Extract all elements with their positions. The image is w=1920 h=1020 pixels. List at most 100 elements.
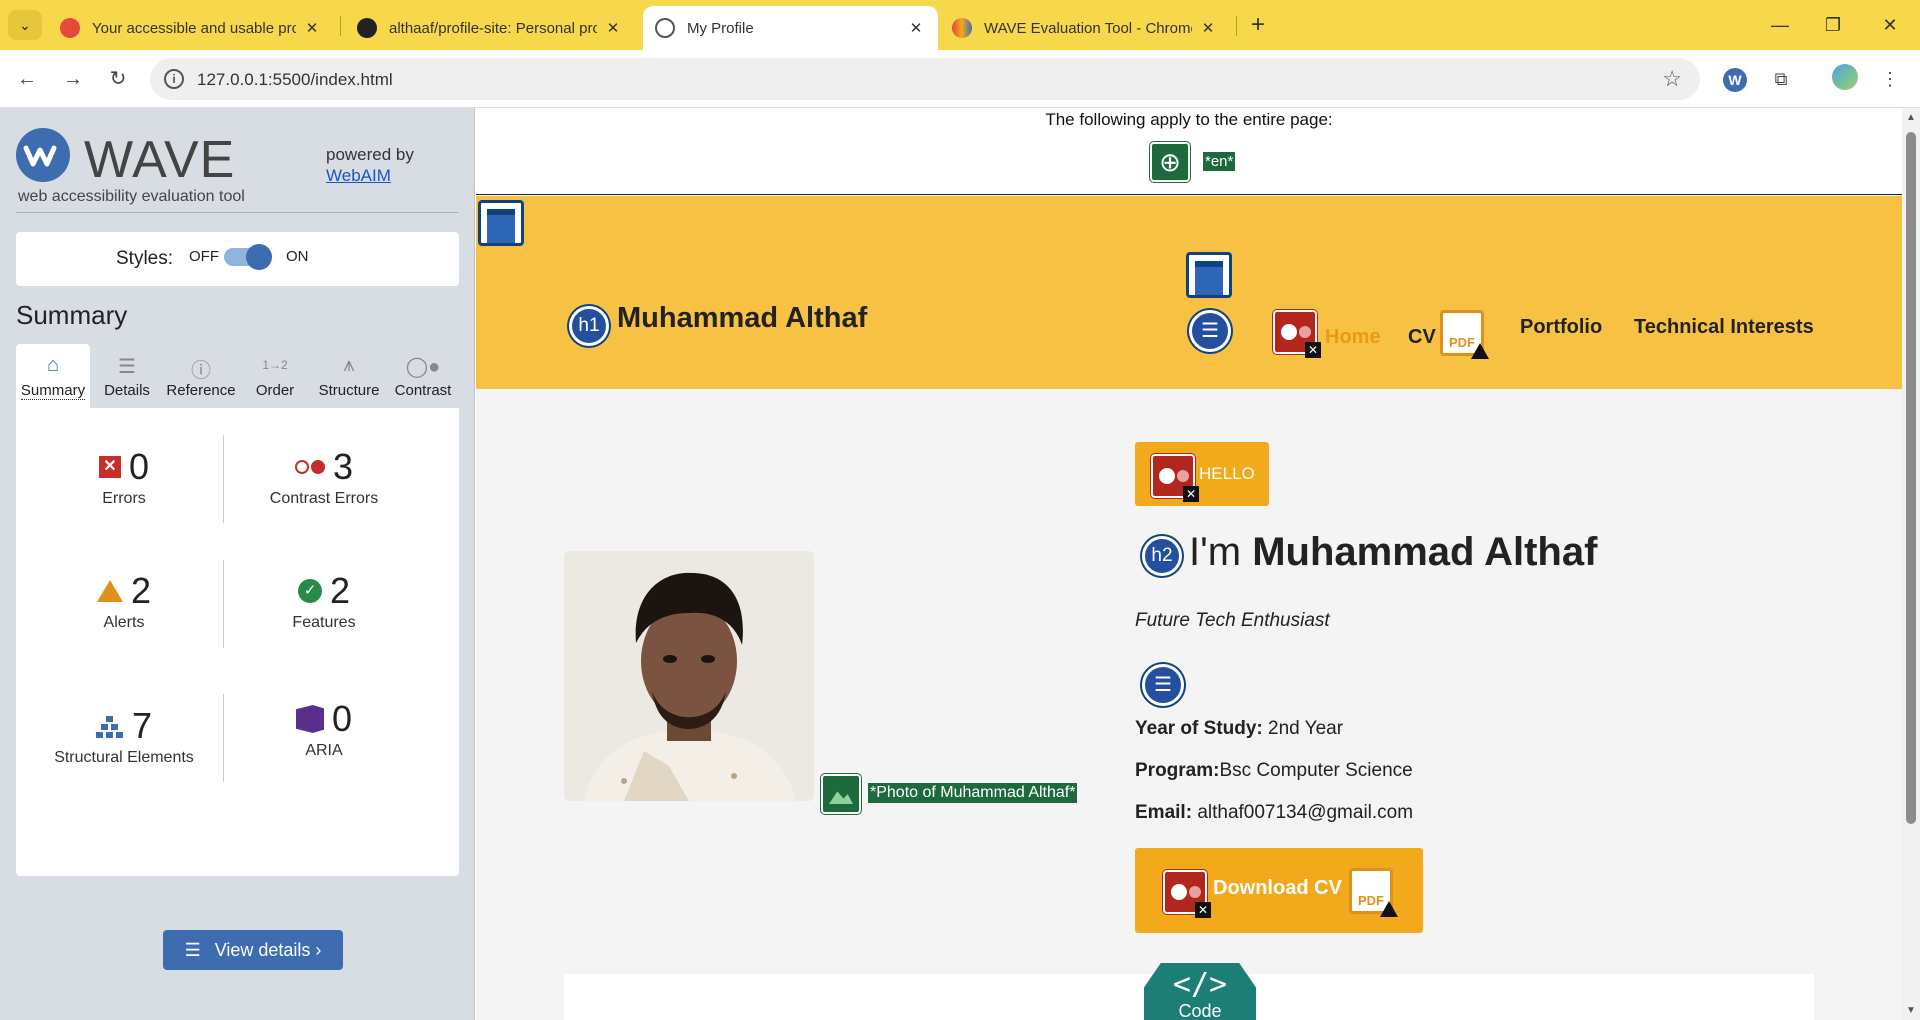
new-tab-button[interactable]: + [1243,10,1273,40]
structure-icon: ⩚ [343,354,355,376]
list-icon[interactable]: ☰ [1189,310,1231,352]
download-cv-button[interactable]: ✕ Download CV PDF [1135,848,1423,933]
contrast-error-icon[interactable]: ✕ [1163,870,1211,918]
nav-region-icon[interactable] [1186,252,1232,298]
close-window-icon[interactable]: ✕ [1870,10,1910,40]
error-icon: ✕ [98,456,121,478]
forward-icon[interactable]: → [58,64,88,94]
tagline: Future Tech Enthusiast [1135,610,1330,631]
close-icon[interactable]: ✕ [302,19,322,37]
view-details-button[interactable]: ☰ View details › [163,930,343,970]
tab-structure[interactable]: ⩚ Structure [312,344,386,408]
code-icon[interactable]: </> Code [1144,963,1256,1020]
contrast-error-icon[interactable]: ✕ [1273,310,1321,358]
page-scrollbar[interactable]: ▲ ▼ [1902,108,1920,1020]
back-icon[interactable]: ← [12,64,42,94]
wave-extension-icon[interactable]: W [1720,64,1750,94]
url-text[interactable]: 127.0.0.1:5500/index.html [197,70,393,90]
nav-portfolio[interactable]: Portfolio [1520,316,1602,339]
bookmark-star-icon[interactable]: ☆ [1662,66,1682,92]
profile-avatar[interactable] [1830,64,1860,94]
restore-icon[interactable]: ❐ [1813,10,1853,40]
minimize-icon[interactable]: — [1760,10,1800,40]
contrast-errors-count: 3 [332,446,354,487]
aria-stat[interactable]: 0 ARIA [224,698,424,760]
site-info-icon[interactable]: i [164,69,184,89]
header-region-icon[interactable] [478,200,524,246]
tab-wave-tool[interactable]: WAVE Evaluation Tool - Chrome ✕ [940,6,1230,50]
errors-count: 0 [128,446,150,487]
wave-favicon-icon [952,18,972,38]
features-label: Features [292,614,356,631]
tab-order[interactable]: 1→2 Order [238,344,312,408]
language-icon[interactable]: ⊕ [1150,142,1190,182]
h1-icon[interactable]: h1 [569,306,609,346]
styles-off-label: OFF [189,248,219,265]
email: Email: althaf007134@gmail.com [1135,802,1413,824]
scroll-thumb[interactable] [1906,132,1916,824]
address-bar[interactable]: i 127.0.0.1:5500/index.html ☆ [150,58,1700,100]
nav-technical-interests[interactable]: Technical Interests [1634,316,1814,339]
tab-title: WAVE Evaluation Tool - Chrome [984,19,1192,37]
tab-reference[interactable]: ⓘ Reference [164,344,238,408]
reload-icon[interactable]: ↻ [103,64,133,94]
errors-stat[interactable]: ✕ 0 Errors [24,446,224,508]
tab-summary[interactable]: ⌂ Summary [16,344,90,408]
hello-button[interactable]: ✕ HELLO [1135,442,1269,506]
wave-sidebar: WAVE web accessibility evaluation tool p… [0,108,475,1020]
contrast-errors-stat[interactable]: 3 Contrast Errors [224,446,424,508]
tab-accessible-profile[interactable]: Your accessible and usable prof ✕ [48,6,334,50]
tab-github-repo[interactable]: althaaf/profile-site: Personal prc ✕ [345,6,635,50]
code-symbol: </> [1172,967,1228,1002]
hello-label: HELLO [1199,464,1255,483]
structure-icon [95,714,124,738]
alert-icon [1380,901,1398,917]
close-icon[interactable]: ✕ [906,19,926,37]
list-icon[interactable]: ☰ [1142,664,1184,706]
tab-my-profile[interactable]: My Profile ✕ [643,6,938,50]
pdf-alert-icon[interactable]: PDF [1440,310,1489,359]
tab-title: Your accessible and usable prof [92,19,296,37]
email-label: Email: [1135,802,1193,823]
scroll-down-icon[interactable]: ▼ [1906,1005,1916,1016]
contrast-errors-label: Contrast Errors [269,490,379,507]
tab-separator [1236,16,1237,36]
close-icon[interactable]: ✕ [603,19,623,37]
chrome-menu-icon[interactable]: ⋮ [1875,64,1905,94]
nav-cv[interactable]: CV [1408,326,1436,349]
year-label: Year of Study: [1135,718,1263,739]
close-icon[interactable]: ✕ [1198,19,1218,37]
extensions-puzzle-icon[interactable]: ⧉ [1766,64,1796,94]
browser-tab-strip: ⌄ Your accessible and usable prof ✕ alth… [0,0,1920,50]
contrast-error-icon [294,460,325,474]
tab-title: althaaf/profile-site: Personal prc [389,19,597,37]
features-stat[interactable]: ✓ 2 Features [224,570,424,632]
wave-logo-icon [16,128,70,182]
alerts-stat[interactable]: 2 Alerts [24,570,224,632]
structural-stat[interactable]: 7 Structural Elements [24,705,224,767]
alerts-count: 2 [130,570,152,611]
contrast-error-icon[interactable]: ✕ [1151,454,1199,502]
feature-check-icon: ✓ [297,579,322,603]
tab-details[interactable]: ☰ Details [90,344,164,408]
image-alt-icon[interactable] [821,774,861,814]
tab-favicon-icon [60,18,80,38]
summary-heading: Summary [16,300,128,330]
webaim-link[interactable]: WebAIM [326,166,391,185]
page-notice-text: The following apply to the entire page: [1045,110,1333,129]
aria-count: 0 [331,698,353,739]
intro-prefix: I'm [1189,530,1242,574]
pdf-alert-icon[interactable]: PDF [1349,868,1398,917]
tab-search-button[interactable]: ⌄ [8,10,42,40]
structural-label: Structural Elements [54,749,194,766]
aria-label: ARIA [305,742,343,759]
tab-label: Order [255,382,295,399]
scroll-up-icon[interactable]: ▲ [1906,112,1916,123]
order-icon: 1→2 [262,358,288,372]
nav-home[interactable]: Home [1325,326,1381,349]
h2-icon[interactable]: h2 [1142,536,1182,576]
alert-icon [1471,343,1489,359]
tab-label: Structure [318,382,380,399]
styles-toggle[interactable] [224,244,272,270]
tab-contrast[interactable]: ◯● Contrast [386,344,460,408]
